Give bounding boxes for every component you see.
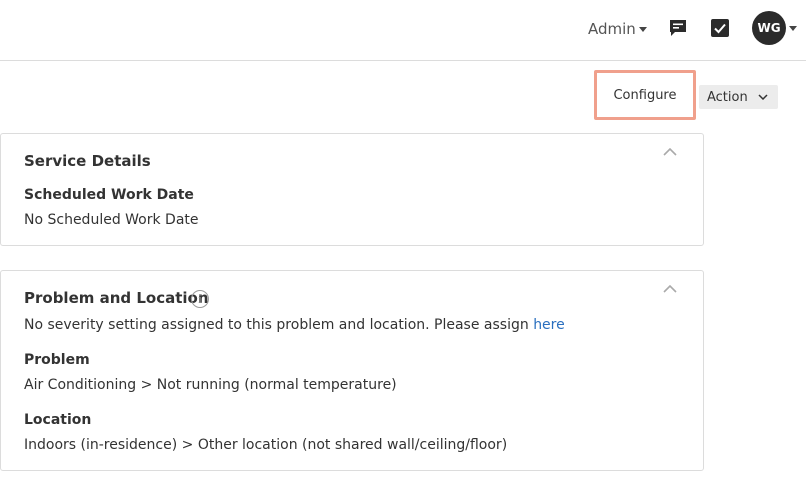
avatar: WG: [752, 11, 786, 45]
chevron-down-icon: [758, 94, 768, 100]
problem-location-title: Problem and Location: [24, 289, 209, 307]
chevron-up-icon[interactable]: [663, 148, 677, 156]
action-dropdown-button[interactable]: Action: [699, 85, 778, 109]
user-menu[interactable]: WG: [752, 11, 797, 45]
problem-location-card: Problem and Location i No severity setti…: [0, 270, 704, 471]
checkbox-icon[interactable]: [711, 19, 729, 37]
location-value: Indoors (in-residence) > Other location …: [24, 437, 508, 453]
location-label: Location: [24, 412, 92, 428]
service-details-card: Service Details Scheduled Work Date No S…: [0, 133, 704, 246]
scheduled-work-date-label: Scheduled Work Date: [24, 187, 194, 203]
info-icon[interactable]: i: [191, 290, 209, 308]
action-label: Action: [707, 89, 748, 105]
top-navbar: Admin WG: [0, 0, 806, 61]
chevron-up-icon[interactable]: [663, 285, 677, 293]
admin-menu[interactable]: Admin: [588, 18, 647, 40]
chat-icon[interactable]: [668, 18, 688, 38]
scheduled-work-date-value: No Scheduled Work Date: [24, 212, 199, 228]
service-details-title: Service Details: [24, 152, 151, 170]
caret-down-icon: [638, 26, 647, 32]
configure-button[interactable]: Configure: [594, 70, 696, 120]
caret-down-icon: [789, 25, 797, 31]
problem-label: Problem: [24, 352, 90, 368]
assign-here-link[interactable]: here: [533, 317, 565, 333]
problem-value: Air Conditioning > Not running (normal t…: [24, 377, 397, 393]
severity-notice-text: No severity setting assigned to this pro…: [24, 317, 534, 333]
severity-notice: No severity setting assigned to this pro…: [24, 317, 565, 333]
admin-label: Admin: [588, 20, 636, 38]
